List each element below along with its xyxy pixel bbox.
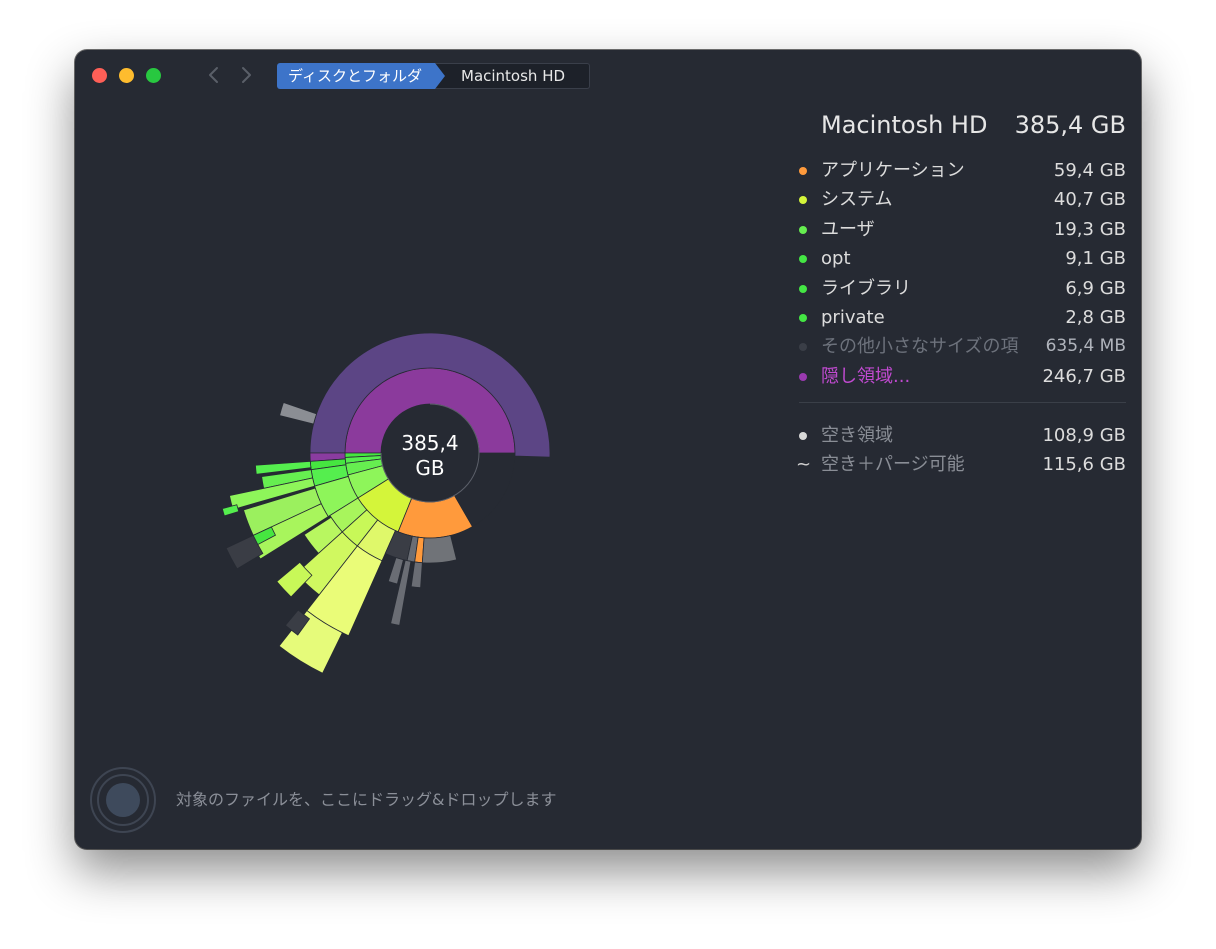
category-color-dot bbox=[799, 225, 807, 234]
category-name: システム bbox=[821, 189, 893, 211]
free-purgeable-size: 115,6 GB bbox=[1042, 454, 1126, 476]
free-space-dot bbox=[799, 432, 807, 440]
volume-total: 385,4 GB bbox=[1014, 111, 1126, 139]
category-size: 9,1 GB bbox=[1065, 248, 1126, 270]
list-item-users[interactable]: ユーザ 19,3 GB bbox=[795, 215, 1126, 244]
category-name: アプリケーション bbox=[821, 160, 965, 181]
volume-name: Macintosh HD bbox=[821, 111, 988, 139]
category-size: 635,4 MB bbox=[1045, 336, 1126, 357]
app-window: Macintosh HD ディスクとフォルダ 385,4 GB Macintos… bbox=[75, 50, 1141, 849]
category-list: アプリケーション 59,4 GB システム 40,7 GB ユーザ 19,3 G… bbox=[795, 156, 1126, 391]
category-size: 6,9 GB bbox=[1065, 277, 1126, 299]
category-name: ユーザ bbox=[821, 218, 875, 240]
category-size: 246,7 GB bbox=[1042, 365, 1126, 387]
tilde-icon: ~ bbox=[796, 454, 812, 476]
sunburst-apps-sub-d[interactable] bbox=[421, 534, 458, 564]
drop-hint-text: 対象のファイルを、ここにドラッグ&ドロップします bbox=[176, 790, 557, 809]
chart-center-unit: GB bbox=[415, 456, 444, 480]
category-color-dot bbox=[799, 372, 807, 381]
category-size: 2,8 GB bbox=[1065, 306, 1126, 328]
category-name: opt bbox=[821, 248, 851, 270]
free-space-list: 空き領域 108,9 GB ~ 空き＋パージ可能 115,6 GB bbox=[795, 421, 1126, 480]
list-item-library[interactable]: ライブラリ 6,9 GB bbox=[795, 274, 1126, 303]
category-name: ライブラリ bbox=[821, 277, 911, 299]
category-color-dot bbox=[799, 284, 807, 293]
category-color-dot bbox=[799, 196, 807, 205]
list-item-free-purgeable: ~ 空き＋パージ可能 115,6 GB bbox=[795, 450, 1126, 479]
list-item-system[interactable]: システム 40,7 GB bbox=[795, 185, 1126, 214]
list-item-opt[interactable]: opt 9,1 GB bbox=[795, 244, 1126, 273]
list-item-applications[interactable]: アプリケーション 59,4 GB bbox=[795, 156, 1126, 185]
list-item-hidden-space[interactable]: 隠し領域... 246,7 GB bbox=[795, 362, 1126, 391]
list-item-private[interactable]: private 2,8 GB bbox=[795, 303, 1126, 332]
disk-usage-sunburst-chart[interactable]: 385,4 GB bbox=[75, 50, 775, 750]
category-color-dot bbox=[799, 343, 807, 352]
panel-header: Macintosh HD 385,4 GB bbox=[821, 108, 1126, 142]
hidden-space-link[interactable]: 隠し領域... bbox=[821, 362, 910, 391]
category-name: その他小さなサイズの項目 bbox=[821, 336, 1018, 358]
category-size: 59,4 GB bbox=[1053, 160, 1126, 181]
free-space-label: 空き領域 bbox=[821, 425, 893, 446]
free-purgeable-label: 空き＋パージ可能 bbox=[821, 454, 965, 476]
category-color-dot bbox=[799, 313, 807, 322]
category-color-dot bbox=[799, 255, 807, 264]
category-size: 40,7 GB bbox=[1053, 189, 1126, 211]
free-space-size: 108,9 GB bbox=[1042, 425, 1126, 446]
breadcrumb-disks-and-folders[interactable]: ディスクとフォルダ bbox=[277, 63, 445, 89]
category-size: 19,3 GB bbox=[1053, 218, 1126, 240]
sunburst-far-users-a[interactable] bbox=[221, 504, 240, 517]
panel-divider bbox=[799, 402, 1126, 403]
drop-target-icon[interactable] bbox=[89, 766, 157, 834]
list-item-other-small-items[interactable]: その他小さなサイズの項目 635,4 MB bbox=[795, 332, 1126, 361]
sunburst-outer-private[interactable] bbox=[279, 402, 318, 425]
chart-center-value: 385,4 bbox=[401, 431, 458, 455]
sunburst-outer-apps-c[interactable] bbox=[410, 561, 423, 589]
category-color-dot bbox=[799, 167, 807, 175]
category-name: private bbox=[821, 306, 885, 328]
list-item-free-space: 空き領域 108,9 GB bbox=[795, 421, 1126, 450]
